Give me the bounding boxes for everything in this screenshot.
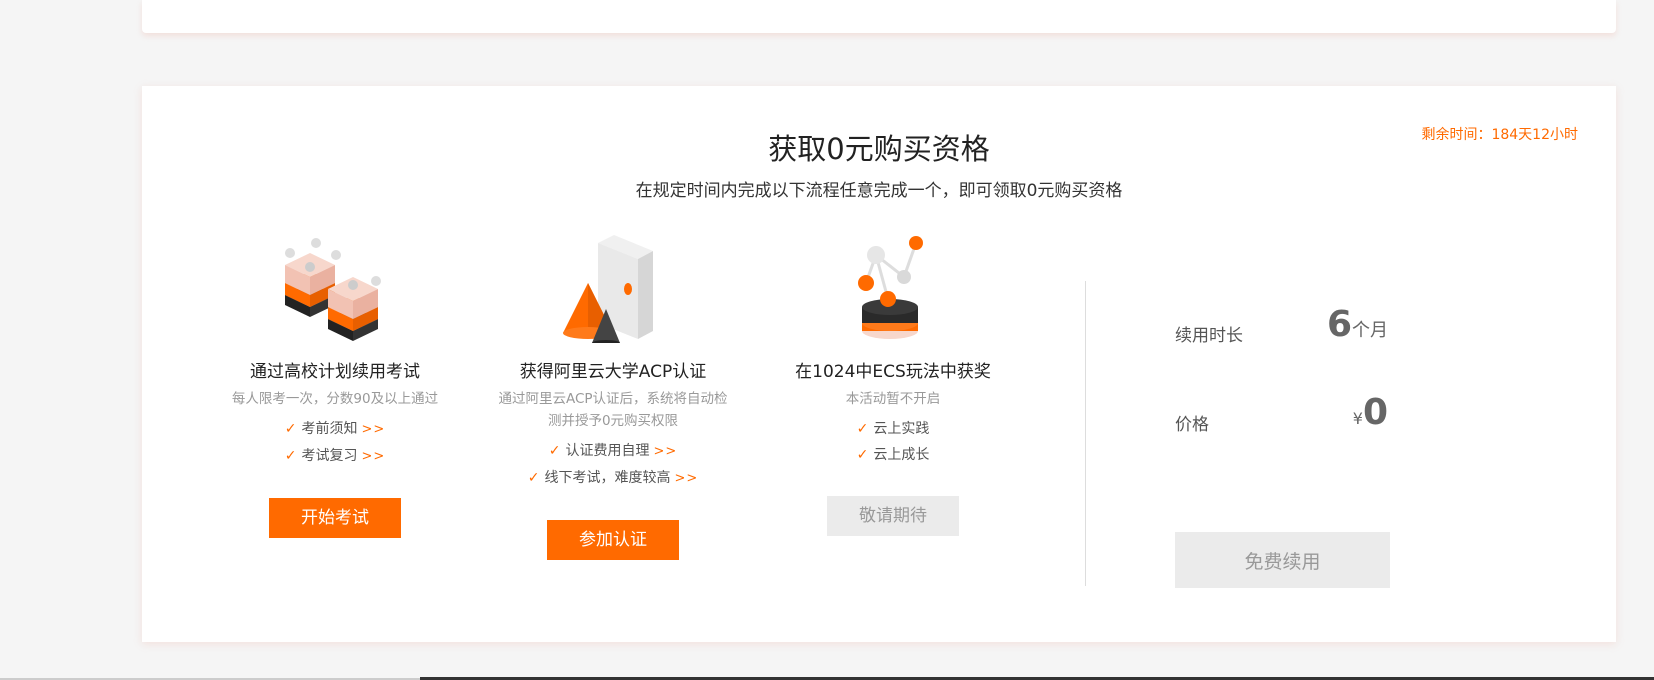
check-icon: ✓ — [856, 421, 869, 437]
option-ecs-award: 在1024中ECS玩法中获奖 本活动暂不开启 ✓ 云上实践 ✓ 云上成长 敬请期待 — [758, 226, 1028, 536]
option-checklist: ✓ 认证费用自理 >> ✓ 线下考试，难度较高 >> — [478, 438, 748, 492]
start-exam-button[interactable]: 开始考试 — [269, 498, 401, 538]
duration-value: 6个月 — [1326, 304, 1388, 345]
price-value: ¥0 — [1352, 392, 1388, 433]
option-checklist: ✓ 云上实践 ✓ 云上成长 — [758, 416, 1028, 468]
checklist-item: ✓ 云上成长 — [856, 447, 930, 463]
check-icon: ✓ — [527, 470, 540, 486]
checklist-item[interactable]: ✓ 认证费用自理 >> — [478, 438, 748, 465]
more-link[interactable]: >> — [674, 471, 698, 486]
option-desc: 通过阿里云ACP认证后，系统将自动检测并授予0元购买权限 — [498, 391, 728, 429]
check-icon: ✓ — [856, 447, 869, 463]
more-link[interactable]: >> — [361, 449, 385, 464]
checklist-item: ✓ 云上实践 — [856, 421, 930, 437]
price-label: 价格 — [1175, 415, 1209, 435]
option-desc: 每人限考一次，分数90及以上通过 — [231, 391, 439, 407]
option-desc: 本活动暂不开启 — [845, 391, 941, 407]
cone-box-illustration — [478, 226, 748, 350]
vertical-divider — [1085, 281, 1086, 586]
option-title: 在1024中ECS玩法中获奖 — [795, 362, 991, 382]
join-certification-button[interactable]: 参加认证 — [547, 520, 679, 560]
option-title: 通过高校计划续用考试 — [250, 362, 420, 382]
page-subtitle: 在规定时间内完成以下流程任意完成一个，即可领取0元购买资格 — [635, 181, 1123, 201]
molecule-illustration — [758, 226, 1028, 350]
remaining-time: 剩余时间：184天12小时 — [1421, 127, 1578, 143]
option-title: 获得阿里云大学ACP认证 — [519, 362, 707, 382]
duration-label: 续用时长 — [1175, 326, 1243, 346]
more-link[interactable]: >> — [653, 444, 677, 459]
check-icon: ✓ — [548, 443, 561, 459]
option-acp: 获得阿里云大学ACP认证 通过阿里云ACP认证后，系统将自动检测并授予0元购买权… — [478, 226, 748, 560]
previous-card — [142, 0, 1616, 33]
free-renew-button[interactable]: 免费续用 — [1175, 532, 1390, 588]
more-link[interactable]: >> — [361, 422, 385, 437]
cube-blocks-illustration — [200, 226, 470, 350]
checklist-item[interactable]: ✓ 线下考试，难度较高 >> — [478, 465, 748, 492]
option-checklist: ✓ 考前须知 >> ✓ 考试复习 >> — [200, 416, 470, 470]
page-title: 获取0元购买资格 — [768, 132, 990, 166]
check-icon: ✓ — [284, 421, 297, 437]
checklist-item[interactable]: ✓ 考前须知 >> — [200, 416, 470, 443]
check-icon: ✓ — [284, 448, 297, 464]
option-exam: 通过高校计划续用考试 每人限考一次，分数90及以上通过 ✓ 考前须知 >> ✓ 考试复… — [200, 226, 470, 538]
checklist-item[interactable]: ✓ 考试复习 >> — [200, 443, 470, 470]
zero-price-qualification-card: 获取0元购买资格 在规定时间内完成以下流程任意完成一个，即可领取0元购买资格 剩… — [142, 86, 1616, 642]
coming-soon-button[interactable]: 敬请期待 — [827, 496, 959, 536]
